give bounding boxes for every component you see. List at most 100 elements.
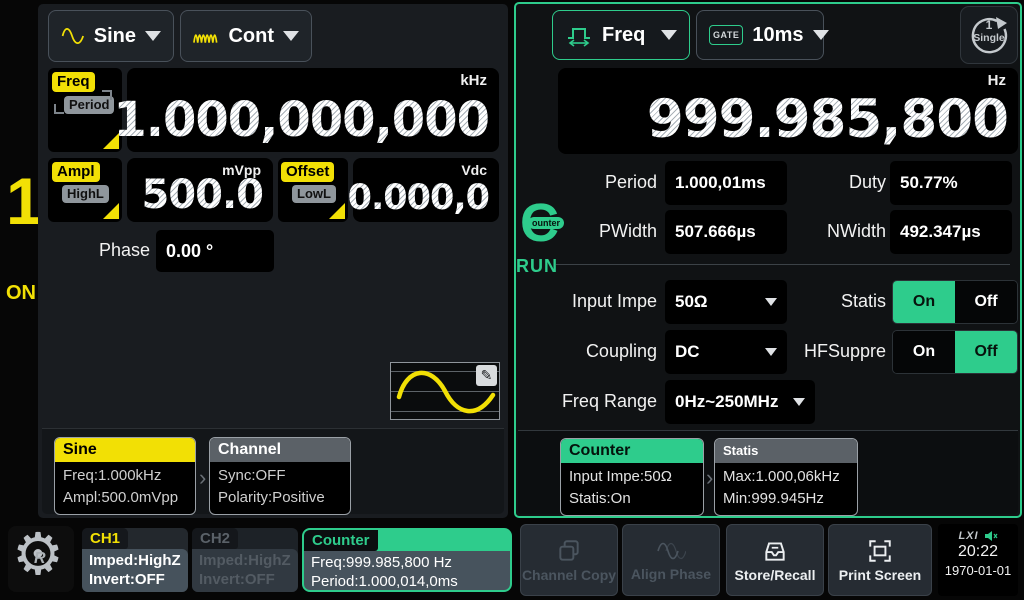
print-screen-icon	[867, 538, 893, 564]
statis-card-title: Statis	[715, 439, 857, 463]
coupling-dropdown[interactable]: DC	[665, 330, 787, 374]
run-mode-dropdown[interactable]: Cont	[180, 10, 312, 62]
input-impedance-value: 50Ω	[675, 292, 708, 312]
chevron-down-icon	[793, 398, 805, 406]
ch2-status-tab[interactable]: CH2 Imped:HighZ Invert:OFF	[192, 528, 298, 592]
svg-text:Single: Single	[973, 32, 1005, 44]
statis-info-card[interactable]: Statis Max:1.000,06kHz Min:999.945Hz	[714, 438, 858, 516]
statis-card-line: Max:1.000,06kHz	[723, 466, 849, 488]
offset-value: 0.000,0	[348, 178, 489, 218]
input-impedance-dropdown[interactable]: 50Ω	[665, 280, 787, 324]
duty-label: Duty	[796, 172, 886, 193]
single-trigger-button[interactable]: 1 Single	[960, 6, 1018, 64]
lowl-mode-pill[interactable]: LowL	[292, 185, 336, 203]
copy-icon	[556, 538, 582, 564]
chevron-down-icon	[765, 348, 777, 356]
channel1-panel: Sine Cont Freq Period kHz 1.000,000,000 …	[38, 4, 508, 518]
offset-lowl-selector[interactable]: Offset LowL	[278, 158, 348, 222]
channel1-status-footer: Sine Freq:1.000kHz Ampl:500.0mVpp › Chan…	[42, 428, 504, 514]
chevron-down-icon	[765, 298, 777, 306]
phase-input[interactable]: 0.00 °	[156, 230, 274, 272]
counter-tab-line: Freq:999.985,800 Hz	[311, 553, 503, 572]
ch1-line: Imped:HighZ	[89, 551, 181, 570]
corner-bracket-icon	[54, 104, 64, 114]
hfsuppre-toggle: On Off	[892, 330, 1018, 374]
counter-panel: C ounter RUN Freq GATE 10ms 1 Single Hz …	[514, 2, 1022, 518]
offset-display[interactable]: Vdc 0.000,0	[353, 158, 499, 222]
counter-status-footer: Counter Input Impe:50Ω Statis:On › Stati…	[518, 430, 1018, 514]
ampl-mode-pill[interactable]: Ampl	[52, 162, 100, 182]
chevron-down-icon	[661, 30, 677, 40]
freq-range-dropdown[interactable]: 0Hz~250MHz	[665, 380, 815, 424]
counter-card-line: Input Impe:50Ω	[569, 466, 695, 488]
sine-card-title: Sine	[55, 438, 195, 462]
clock-date: 1970-01-01	[938, 563, 1018, 578]
chevron-right-icon: ›	[199, 467, 206, 489]
channel-copy-button[interactable]: Channel Copy	[520, 524, 618, 596]
pwidth-label: PWidth	[522, 221, 657, 242]
edit-waveform-icon[interactable]: ✎	[476, 365, 497, 386]
period-label: Period	[522, 172, 657, 193]
channel-info-card[interactable]: Channel Sync:OFF Polarity:Positive	[209, 437, 351, 515]
hfsuppre-off-button[interactable]: Off	[955, 331, 1017, 373]
ch1-status-tab[interactable]: CH1 Imped:HighZ Invert:OFF	[82, 528, 188, 592]
counter-mode-label: Freq	[602, 24, 645, 47]
hfsuppre-on-button[interactable]: On	[893, 331, 955, 373]
chevron-down-icon	[283, 31, 299, 41]
amplitude-display[interactable]: mVpp 500.0	[127, 158, 273, 222]
print-screen-button[interactable]: Print Screen	[828, 524, 932, 596]
counter-display-value: 999.985,800	[647, 89, 1008, 150]
highl-mode-pill[interactable]: HighL	[62, 185, 109, 203]
ch2-line: Imped:HighZ	[199, 551, 291, 570]
counter-mode-dropdown[interactable]: Freq	[552, 10, 690, 60]
counter-status-tab[interactable]: Counter Freq:999.985,800 Hz Period:1.000…	[302, 528, 512, 592]
sine-info-card[interactable]: Sine Freq:1.000kHz Ampl:500.0mVpp	[54, 437, 196, 515]
statis-on-button[interactable]: On	[893, 281, 955, 323]
counter-frequency-display: Hz 999.985,800	[558, 68, 1018, 154]
frequency-display[interactable]: kHz 1.000,000,000	[127, 68, 499, 152]
freq-mode-pill[interactable]: Freq	[52, 72, 95, 92]
gate-time-dropdown[interactable]: GATE 10ms	[696, 10, 824, 60]
speaker-icon	[984, 530, 998, 542]
waveform-select-label: Sine	[94, 25, 136, 48]
pulse-width-icon	[565, 23, 593, 47]
ch2-line: Invert:OFF	[199, 570, 291, 589]
freq-period-selector[interactable]: Freq Period	[48, 68, 122, 152]
offset-mode-pill[interactable]: Offset	[281, 162, 334, 182]
single-cycle-icon: 1 Single	[966, 12, 1012, 58]
nwidth-label: NWidth	[796, 221, 886, 242]
waveform-select-dropdown[interactable]: Sine	[48, 10, 174, 62]
offset-unit: Vdc	[461, 162, 487, 178]
clock-time: 20:22	[938, 543, 1018, 561]
duty-value: 50.77%	[890, 161, 1012, 205]
align-phase-button[interactable]: Align Phase	[622, 524, 720, 596]
ampl-highl-selector[interactable]: Ampl HighL	[48, 158, 122, 222]
channel-1-on-state: ON	[2, 282, 40, 305]
channel-card-title: Channel	[210, 438, 350, 462]
ch2-tab-label: CH2	[192, 528, 238, 549]
counter-tab-label: Counter	[304, 530, 378, 551]
divider	[556, 264, 1010, 265]
ch1-line: Invert:OFF	[89, 570, 181, 589]
counter-card-title: Counter	[561, 439, 703, 463]
nwidth-value: 492.347µs	[890, 210, 1012, 254]
coupling-value: DC	[675, 342, 700, 362]
channel-1-indicator: 1	[6, 168, 38, 234]
chevron-down-icon	[145, 31, 161, 41]
system-settings-button[interactable]: ⚙ R	[8, 526, 74, 592]
cont-wave-icon	[193, 26, 219, 46]
corner-bracket-icon	[102, 90, 112, 100]
run-mode-label: Cont	[228, 25, 274, 48]
statis-off-button[interactable]: Off	[955, 281, 1017, 323]
freq-range-value: 0Hz~250MHz	[675, 392, 778, 412]
period-value: 1.000,01ms	[665, 161, 787, 205]
freq-range-label: Freq Range	[522, 391, 657, 412]
counter-run-state: RUN	[516, 256, 560, 277]
store-recall-button[interactable]: Store/Recall	[726, 524, 824, 596]
chevron-right-icon: ›	[706, 467, 713, 489]
counter-info-card[interactable]: Counter Input Impe:50Ω Statis:On	[560, 438, 704, 516]
waveform-preview[interactable]: ✎	[390, 362, 500, 420]
statis-toggle: On Off	[892, 280, 1018, 324]
channel-card-line: Sync:OFF	[218, 465, 342, 487]
counter-tab-line: Period:1.000,014,0ms	[311, 572, 503, 591]
